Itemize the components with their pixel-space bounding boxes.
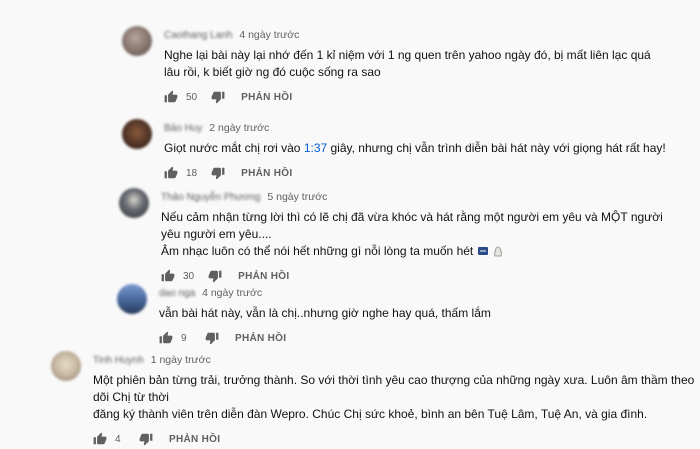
dislike-icon[interactable] <box>205 331 219 345</box>
avatar[interactable] <box>117 284 147 314</box>
like-count: 50 <box>186 91 198 103</box>
dislike-icon[interactable] <box>211 90 225 104</box>
dislike-icon[interactable] <box>139 432 153 446</box>
like-count: 4 <box>115 433 121 445</box>
comment-text: Một phiên bản từng trải, trưởng thành. S… <box>93 373 695 421</box>
like-count: 9 <box>181 332 187 344</box>
comment-text: Nếu cảm nhận từng lời thì có lẽ chị đã v… <box>161 210 663 258</box>
comment-author[interactable]: Thảo Nguyễn Phương <box>161 192 260 203</box>
like-count: 18 <box>186 167 198 179</box>
comment-time[interactable]: 5 ngày trước <box>267 191 327 203</box>
comment-time[interactable]: 1 ngày trước <box>151 354 211 366</box>
like-count: 30 <box>183 270 195 282</box>
comment-text: Giọt nước mắt chị rơi vào 1:37 giây, như… <box>164 141 666 155</box>
reply-button[interactable]: PHẢN HỒI <box>169 434 220 445</box>
like-icon[interactable] <box>164 90 178 104</box>
comment-author[interactable]: dao nga <box>159 288 195 299</box>
avatar[interactable] <box>122 119 152 149</box>
comment-text: vẫn bài hát này, vẫn là chị..nhưng giờ n… <box>159 306 491 320</box>
timestamp-link[interactable]: 1:37 <box>304 141 327 155</box>
comment-time[interactable]: 4 ngày trước <box>239 29 299 41</box>
avatar[interactable] <box>119 188 149 218</box>
reply-button[interactable]: PHẢN HỒI <box>241 92 292 103</box>
like-icon[interactable] <box>164 166 178 180</box>
like-icon[interactable] <box>159 331 173 345</box>
reply-button[interactable]: PHẢN HỒI <box>238 271 289 282</box>
reply-button[interactable]: PHẢN HỒI <box>241 168 292 179</box>
comment-time[interactable]: 2 ngày trước <box>209 122 269 134</box>
comment-author[interactable]: Bảo Huy <box>164 123 202 134</box>
comment-author[interactable]: Tinh Huynh <box>93 355 144 366</box>
reply-button[interactable]: PHẢN HỒI <box>235 333 286 344</box>
avatar[interactable] <box>122 26 152 56</box>
avatar[interactable] <box>51 351 81 381</box>
comment-time[interactable]: 4 ngày trước <box>202 287 262 299</box>
emoji-icon <box>494 246 502 257</box>
emoji-icon <box>477 247 488 255</box>
comment-author[interactable]: Caothang Lanh <box>164 30 232 41</box>
like-icon[interactable] <box>161 269 175 283</box>
dislike-icon[interactable] <box>211 166 225 180</box>
dislike-icon[interactable] <box>208 269 222 283</box>
comment-text: Nghe lại bài này lại nhớ đến 1 kỉ niệm v… <box>164 48 651 79</box>
like-icon[interactable] <box>93 432 107 446</box>
